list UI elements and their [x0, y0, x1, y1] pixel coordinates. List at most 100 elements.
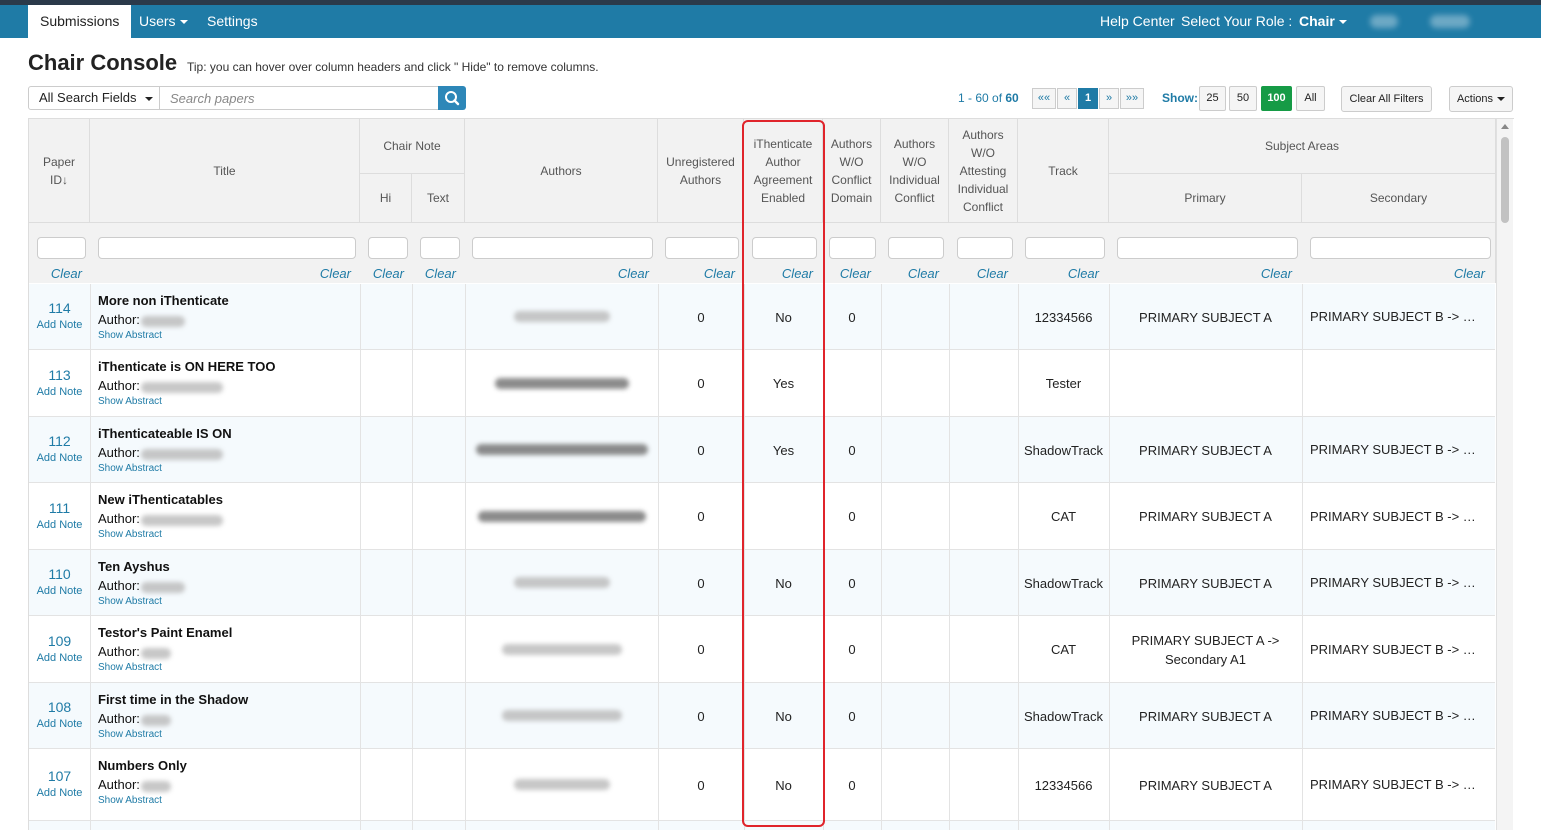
filter-chair-note-text-input[interactable]: [420, 237, 460, 259]
col-header-chair-note[interactable]: Chair Note: [360, 119, 465, 174]
pager-last[interactable]: »»: [1120, 88, 1144, 109]
col-header-paper-id[interactable]: Paper ID↓: [29, 119, 90, 223]
show-25-button[interactable]: 25: [1199, 86, 1226, 111]
filter-wo-attesting-input[interactable]: [957, 237, 1013, 259]
clear-wo-domain-link[interactable]: Clear: [823, 266, 871, 281]
paper-title[interactable]: New iThenticatables: [98, 492, 223, 507]
tab-submissions[interactable]: Submissions: [28, 5, 132, 38]
show-all-button[interactable]: All: [1296, 86, 1325, 111]
col-header-title[interactable]: Title: [90, 119, 360, 223]
help-center-link[interactable]: Help Center: [1100, 5, 1175, 38]
col-header-subject-areas[interactable]: Subject Areas: [1109, 119, 1496, 174]
filter-secondary-input[interactable]: [1310, 237, 1491, 259]
filter-paper-id-input[interactable]: [37, 237, 86, 259]
paper-title[interactable]: More non iThenticate: [98, 293, 229, 308]
add-note-link[interactable]: Add Note: [29, 787, 90, 799]
add-note-link[interactable]: Add Note: [29, 652, 90, 664]
clear-paper-id-link[interactable]: Clear: [29, 266, 82, 281]
filter-title-input[interactable]: [98, 237, 356, 259]
show-abstract-link[interactable]: Show Abstract: [98, 596, 162, 607]
add-note-link[interactable]: Add Note: [29, 452, 90, 464]
add-note-link[interactable]: Add Note: [29, 718, 90, 730]
vertical-scrollbar[interactable]: [1496, 119, 1513, 830]
paper-id-link[interactable]: 114: [29, 300, 90, 316]
add-note-link[interactable]: Add Note: [29, 386, 90, 398]
filter-authors-input[interactable]: [472, 237, 653, 259]
clear-chair-note-hi-link[interactable]: Clear: [360, 266, 404, 281]
search-scope-dropdown[interactable]: All Search Fields: [28, 86, 160, 110]
add-note-link[interactable]: Add Note: [29, 519, 90, 531]
scroll-up-icon[interactable]: [1501, 124, 1509, 129]
filter-wo-domain-input[interactable]: [829, 237, 876, 259]
paper-id-link[interactable]: 110: [29, 566, 90, 582]
scroll-thumb[interactable]: [1501, 137, 1509, 223]
filter-primary-input[interactable]: [1117, 237, 1298, 259]
show-100-button[interactable]: 100: [1261, 86, 1292, 111]
paper-id-link[interactable]: 111: [29, 500, 90, 516]
clear-all-filters-button[interactable]: Clear All Filters: [1341, 86, 1432, 112]
paper-id-link[interactable]: 112: [29, 433, 90, 449]
paper-id-link[interactable]: 113: [29, 367, 90, 383]
role-dropdown[interactable]: Chair: [1299, 5, 1347, 38]
clear-ithenticate-link[interactable]: Clear: [744, 266, 813, 281]
filter-wo-individual-input[interactable]: [888, 237, 944, 259]
filter-track-input[interactable]: [1025, 237, 1105, 259]
filter-unregistered-input[interactable]: [665, 237, 739, 259]
clear-wo-attesting-link[interactable]: Clear: [949, 266, 1008, 281]
col-header-secondary[interactable]: Secondary: [1302, 174, 1496, 223]
filter-ithenticate-input[interactable]: [752, 237, 817, 259]
clear-wo-individual-link[interactable]: Clear: [881, 266, 939, 281]
paper-title[interactable]: Ten Ayshus: [98, 559, 170, 574]
clear-title-link[interactable]: Clear: [90, 266, 351, 281]
col-header-wo-attesting[interactable]: Authors W/O Attesting Individual Conflic…: [949, 119, 1018, 223]
paper-title[interactable]: iThenticate is ON HERE TOO: [98, 359, 275, 374]
col-divider: [465, 284, 466, 830]
clear-track-link[interactable]: Clear: [1018, 266, 1099, 281]
paper-title[interactable]: First time in the Shadow: [98, 692, 248, 707]
user-name-redacted[interactable]: [1370, 15, 1398, 28]
clear-chair-note-text-link[interactable]: Clear: [412, 266, 456, 281]
show-abstract-link[interactable]: Show Abstract: [98, 529, 162, 540]
col-header-unregistered-authors[interactable]: Unregistered Authors: [658, 119, 744, 223]
add-note-link[interactable]: Add Note: [29, 319, 90, 331]
paper-title[interactable]: iThenticateable IS ON: [98, 426, 232, 441]
paper-id-link[interactable]: 107: [29, 768, 90, 784]
paper-title[interactable]: Testor's Paint Enamel: [98, 625, 232, 640]
tab-settings[interactable]: Settings: [207, 5, 258, 38]
actions-button[interactable]: Actions: [1449, 86, 1513, 112]
show-50-button[interactable]: 50: [1229, 86, 1257, 111]
col-header-primary[interactable]: Primary: [1109, 174, 1302, 223]
show-abstract-link[interactable]: Show Abstract: [98, 662, 162, 673]
clear-authors-link[interactable]: Clear: [465, 266, 649, 281]
show-abstract-link[interactable]: Show Abstract: [98, 463, 162, 474]
col-header-chair-note-hi[interactable]: Hi: [360, 174, 412, 223]
table-row: 108 Add Note First time in the Shadow Autho…: [29, 683, 1495, 749]
show-abstract-link[interactable]: Show Abstract: [98, 330, 162, 341]
col-header-wo-individual-conflict[interactable]: Authors W/O Individual Conflict: [881, 119, 949, 223]
filter-chair-note-hi-input[interactable]: [368, 237, 408, 259]
col-header-ithenticate[interactable]: iThenticate Author Agreement Enabled: [744, 119, 823, 223]
paper-id-link[interactable]: 108: [29, 699, 90, 715]
show-abstract-link[interactable]: Show Abstract: [98, 795, 162, 806]
search-button[interactable]: [438, 86, 466, 110]
show-abstract-link[interactable]: Show Abstract: [98, 396, 162, 407]
clear-primary-link[interactable]: Clear: [1109, 266, 1292, 281]
col-header-track[interactable]: Track: [1018, 119, 1109, 223]
clear-secondary-link[interactable]: Clear: [1302, 266, 1485, 281]
col-header-wo-conflict-domain[interactable]: Authors W/O Conflict Domain: [823, 119, 881, 223]
pager-first[interactable]: ««: [1032, 88, 1056, 109]
clear-unregistered-link[interactable]: Clear: [658, 266, 735, 281]
tab-users[interactable]: Users: [139, 5, 188, 38]
user-menu-redacted[interactable]: [1430, 15, 1470, 28]
pager-prev[interactable]: «: [1057, 88, 1077, 109]
col-header-authors[interactable]: Authors: [465, 119, 658, 223]
search-input[interactable]: [159, 86, 439, 110]
paper-id-link[interactable]: 109: [29, 633, 90, 649]
col-header-chair-note-text[interactable]: Text: [412, 174, 465, 223]
col-divider: [1018, 284, 1019, 830]
show-abstract-link[interactable]: Show Abstract: [98, 729, 162, 740]
pager-next[interactable]: »: [1099, 88, 1119, 109]
pager-page-1[interactable]: 1: [1078, 88, 1098, 109]
add-note-link[interactable]: Add Note: [29, 585, 90, 597]
paper-title[interactable]: Numbers Only: [98, 758, 187, 773]
